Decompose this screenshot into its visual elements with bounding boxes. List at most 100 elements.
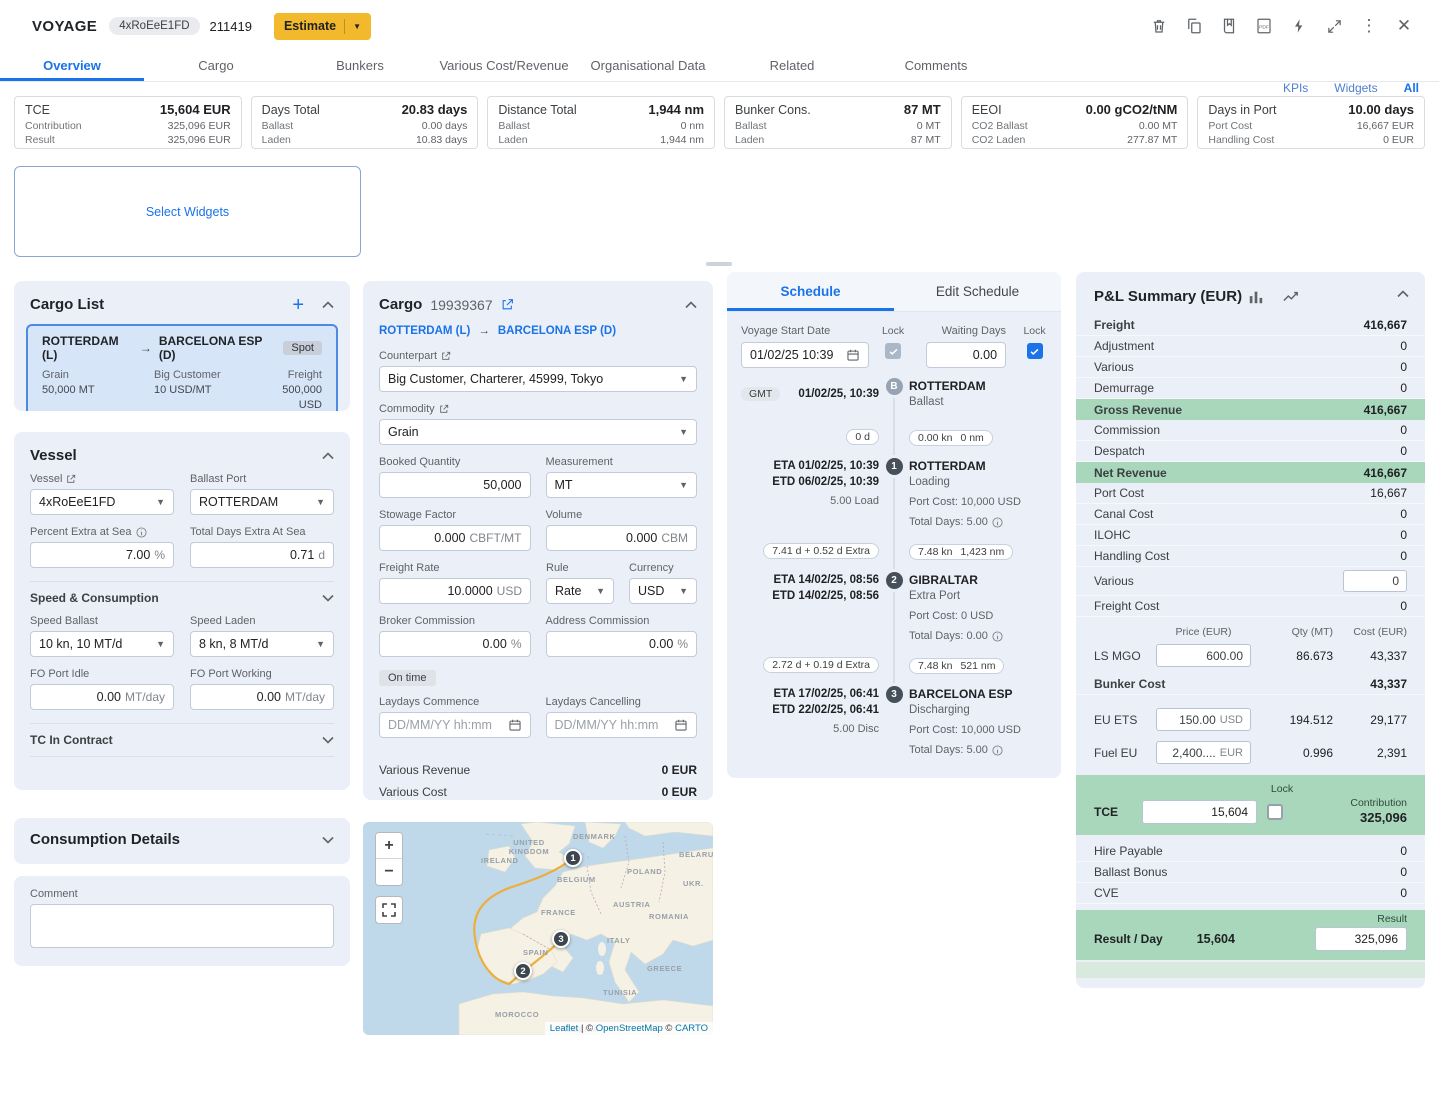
external-link-icon[interactable] [439, 404, 449, 414]
estimate-button[interactable]: Estimate ▼ [274, 13, 371, 40]
vessel-select[interactable]: 4xRoEeE1FD▼ [30, 489, 174, 515]
percent-extra-input[interactable]: 7.00% [30, 542, 174, 568]
rule-select[interactable]: Rate▼ [546, 578, 614, 604]
info-icon[interactable] [136, 527, 147, 538]
more-options-button[interactable]: ⋮ [1358, 15, 1380, 37]
various-cost-input[interactable]: 0 [1343, 570, 1407, 592]
kpi-value: 15,604 EUR [160, 102, 231, 117]
map-marker-2[interactable]: 2 [514, 962, 532, 980]
info-icon[interactable] [992, 517, 1003, 528]
bar-chart-icon[interactable] [1248, 289, 1264, 305]
calendar-icon[interactable] [674, 718, 688, 732]
zoom-in-button[interactable]: + [376, 833, 402, 859]
calendar-icon[interactable] [508, 718, 522, 732]
map-fullscreen-button[interactable] [375, 896, 403, 924]
cargo-item-to: BARCELONA ESP (D) [159, 334, 277, 362]
address-commission-input[interactable]: 0.00% [546, 631, 698, 657]
speed-consumption-section[interactable]: Speed & Consumption [30, 581, 334, 605]
commodity-select[interactable]: Grain▼ [379, 419, 697, 445]
pnl-row-ballast-bonus: Ballast Bonus0 [1076, 862, 1425, 883]
counterpart-select[interactable]: Big Customer, Charterer, 45999, Tokyo▼ [379, 366, 697, 392]
export-pdf-button[interactable]: PDF [1253, 15, 1275, 37]
calendar-icon[interactable] [846, 348, 860, 362]
waiting-days-input[interactable]: 0.00 [926, 342, 1007, 368]
external-link-icon[interactable] [441, 351, 451, 361]
zoom-out-button[interactable]: − [376, 859, 402, 885]
map-marker-3[interactable]: 3 [552, 930, 570, 948]
arrow-right-icon: → [140, 341, 152, 355]
stowage-factor-input[interactable]: 0.000CBFT/MT [379, 525, 531, 551]
collapse-chevron-down-icon[interactable] [322, 836, 334, 844]
close-button[interactable]: ✕ [1393, 15, 1415, 37]
route-to-link[interactable]: BARCELONA ESP (D) [498, 325, 616, 337]
route-map[interactable]: UNITED KINGDOM IRELAND DENMARK BELGIUM P… [363, 822, 713, 1035]
transit-time-chip: 2.72 d + 0.19 d Extra [763, 657, 879, 673]
arrow-right-icon: → [478, 325, 490, 337]
laydays-commence-input[interactable]: DD/MM/YY hh:mm [379, 712, 531, 738]
carto-link[interactable]: CARTO [675, 1023, 708, 1034]
measurement-select[interactable]: MT▼ [546, 472, 698, 498]
volume-input[interactable]: 0.000CBM [546, 525, 698, 551]
pnl-row-canal-cost: Canal Cost0 [1076, 504, 1425, 525]
leaflet-link[interactable]: Leaflet [550, 1023, 579, 1034]
speed-laden-select[interactable]: 8 kn, 8 MT/d▼ [190, 631, 334, 657]
filter-all[interactable]: All [1404, 81, 1419, 95]
speed-ballast-select[interactable]: 10 kn, 10 MT/d▼ [30, 631, 174, 657]
comment-textarea[interactable] [30, 904, 334, 948]
open-cargo-external-link-icon[interactable] [501, 298, 514, 311]
cargo-list-item[interactable]: ROTTERDAM (L) → BARCELONA ESP (D) Spot G… [26, 324, 338, 411]
tab-bunkers[interactable]: Bunkers [288, 52, 432, 81]
fuel-eu-price-input[interactable]: 2,400....EUR [1156, 741, 1251, 764]
pnl-row-commission: Commission0 [1076, 420, 1425, 441]
drag-handle[interactable] [706, 262, 732, 266]
select-widgets-link[interactable]: Select Widgets [146, 205, 229, 219]
openstreetmap-link[interactable]: OpenStreetMap [596, 1023, 663, 1034]
map-marker-1[interactable]: 1 [564, 849, 582, 867]
expand-button[interactable] [1323, 15, 1345, 37]
route-from-link[interactable]: ROTTERDAM (L) [379, 325, 470, 337]
ls-mgo-price-input[interactable]: 600.00 [1156, 644, 1251, 667]
filter-widgets[interactable]: Widgets [1334, 81, 1377, 95]
delete-button[interactable] [1148, 15, 1170, 37]
tc-in-contract-section[interactable]: TC In Contract [30, 723, 334, 757]
tab-organisational-data[interactable]: Organisational Data [576, 52, 720, 81]
voyage-start-date-input[interactable]: 01/02/25 10:39 [741, 342, 869, 368]
booked-quantity-input[interactable]: 50,000 [379, 472, 531, 498]
result-total-input[interactable]: 325,096 [1315, 927, 1407, 951]
fo-port-idle-input[interactable]: 0.00MT/day [30, 684, 174, 710]
collapse-chevron-up-icon[interactable] [1397, 290, 1409, 298]
tab-cargo[interactable]: Cargo [144, 52, 288, 81]
voyage-start-lock-checkbox[interactable] [885, 343, 901, 359]
external-link-icon[interactable] [66, 474, 76, 484]
currency-select[interactable]: USD▼ [629, 578, 697, 604]
tce-lock-checkbox[interactable] [1267, 804, 1283, 820]
collapse-chevron-up-icon[interactable] [322, 301, 334, 309]
eu-ets-price-input[interactable]: 150.00USD [1156, 708, 1251, 731]
ballast-port-select[interactable]: ROTTERDAM▼ [190, 489, 334, 515]
tab-schedule[interactable]: Schedule [727, 272, 894, 311]
copy-button[interactable] [1183, 15, 1205, 37]
info-icon[interactable] [992, 745, 1003, 756]
map-label: TUNISIA [603, 988, 637, 997]
tab-various-cost-revenue[interactable]: Various Cost/Revenue [432, 52, 576, 81]
filter-kpis[interactable]: KPIs [1283, 81, 1308, 95]
line-chart-icon[interactable] [1282, 289, 1300, 305]
info-icon[interactable] [992, 631, 1003, 642]
fo-port-working-input[interactable]: 0.00MT/day [190, 684, 334, 710]
waiting-days-lock-checkbox[interactable] [1027, 343, 1043, 359]
collapse-chevron-up-icon[interactable] [685, 301, 697, 309]
broker-commission-input[interactable]: 0.00% [379, 631, 531, 657]
quick-actions-button[interactable] [1288, 15, 1310, 37]
tab-related[interactable]: Related [720, 52, 864, 81]
freight-rate-input[interactable]: 10.0000USD [379, 578, 531, 604]
tab-overview[interactable]: Overview [0, 52, 144, 81]
tab-edit-schedule[interactable]: Edit Schedule [894, 272, 1061, 311]
contribution-value: 325,096 [1360, 810, 1407, 825]
collapse-chevron-up-icon[interactable] [322, 452, 334, 460]
journal-button[interactable] [1218, 15, 1240, 37]
tab-comments[interactable]: Comments [864, 52, 1008, 81]
total-days-extra-input[interactable]: 0.71d [190, 542, 334, 568]
laydays-cancelling-input[interactable]: DD/MM/YY hh:mm [546, 712, 698, 738]
add-cargo-button[interactable]: + [292, 297, 304, 313]
tce-input[interactable]: 15,604 [1142, 800, 1257, 824]
